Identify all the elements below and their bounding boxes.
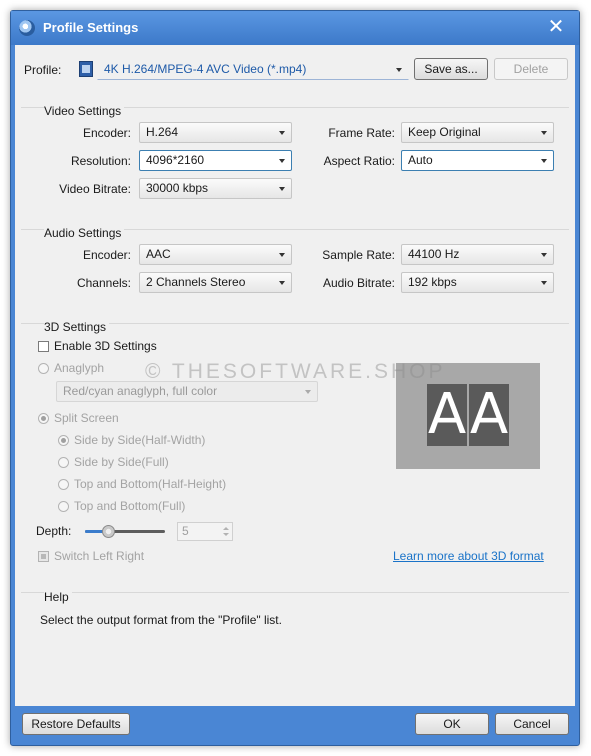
- audio-encoder-select[interactable]: AAC: [139, 244, 292, 265]
- chevron-down-icon: [279, 159, 285, 163]
- top-bottom-full-label: Top and Bottom(Full): [74, 499, 186, 513]
- audio-encoder-value: AAC: [146, 247, 171, 261]
- aspect-ratio-value: Auto: [408, 153, 433, 167]
- video-settings-heading: Video Settings: [44, 104, 125, 118]
- 3d-preview-image: A A: [396, 363, 540, 469]
- side-by-side-full-radio[interactable]: [58, 457, 69, 468]
- window-title: Profile Settings: [43, 20, 139, 35]
- preview-right-letter: A: [469, 382, 509, 447]
- audio-settings-heading: Audio Settings: [44, 226, 125, 240]
- help-heading: Help: [44, 590, 72, 604]
- profile-value: 4K H.264/MPEG-4 AVC Video (*.mp4): [104, 62, 307, 76]
- save-as-button[interactable]: Save as...: [414, 58, 488, 80]
- video-bitrate-value: 30000 kbps: [146, 181, 209, 195]
- help-text: Select the output format from the "Profi…: [40, 613, 282, 627]
- audio-encoder-label: Encoder:: [82, 248, 131, 262]
- profile-dropdown[interactable]: 4K H.264/MPEG-4 AVC Video (*.mp4): [97, 59, 409, 80]
- video-bitrate-select[interactable]: 30000 kbps: [139, 178, 292, 199]
- footer-bar: Restore Defaults OK Cancel: [15, 706, 575, 742]
- video-encoder-label: Encoder:: [82, 126, 131, 140]
- cancel-button[interactable]: Cancel: [495, 713, 569, 735]
- resolution-value: 4096*2160: [146, 153, 205, 167]
- app-logo-icon: [19, 20, 35, 36]
- side-by-side-half-label: Side by Side(Half-Width): [74, 433, 206, 447]
- chevron-down-icon: [541, 281, 547, 285]
- depth-value: 5: [182, 524, 189, 538]
- preview-left-letter: A: [427, 382, 467, 447]
- restore-defaults-button[interactable]: Restore Defaults: [22, 713, 130, 735]
- sample-rate-select[interactable]: 44100 Hz: [401, 244, 554, 265]
- chevron-down-icon: [279, 281, 285, 285]
- sample-rate-value: 44100 Hz: [408, 247, 460, 261]
- sample-rate-label: Sample Rate:: [322, 248, 395, 262]
- dialog-body: Profile: 4K H.264/MPEG-4 AVC Video (*.mp…: [15, 45, 575, 742]
- delete-button[interactable]: Delete: [494, 58, 568, 80]
- anaglyph-mode-select[interactable]: Red/cyan anaglyph, full color: [56, 381, 318, 402]
- switch-left-right-label: Switch Left Right: [54, 549, 145, 563]
- enable-3d-checkbox[interactable]: [38, 341, 49, 352]
- split-screen-radio[interactable]: [38, 413, 49, 424]
- aspect-ratio-label: Aspect Ratio:: [323, 154, 395, 168]
- anaglyph-radio[interactable]: [38, 363, 49, 374]
- top-bottom-half-label: Top and Bottom(Half-Height): [74, 477, 227, 491]
- resolution-label: Resolution:: [70, 154, 131, 168]
- chevron-down-icon: [305, 390, 311, 394]
- ok-button[interactable]: OK: [415, 713, 489, 735]
- channels-select[interactable]: 2 Channels Stereo: [139, 272, 292, 293]
- audio-bitrate-select[interactable]: 192 kbps: [401, 272, 554, 293]
- depth-spinbox[interactable]: 5: [177, 522, 233, 541]
- audio-bitrate-value: 192 kbps: [408, 275, 457, 289]
- aspect-ratio-select[interactable]: Auto: [401, 150, 554, 171]
- anaglyph-label: Anaglyph: [54, 361, 105, 375]
- chevron-down-icon: [541, 253, 547, 257]
- side-by-side-half-radio[interactable]: [58, 435, 69, 446]
- chevron-down-icon: [541, 159, 547, 163]
- split-screen-label: Split Screen: [54, 411, 119, 425]
- chevron-down-icon: [396, 68, 402, 72]
- video-file-icon: [79, 61, 93, 77]
- learn-more-3d-link[interactable]: Learn more about 3D format: [393, 549, 544, 563]
- side-by-side-full-label: Side by Side(Full): [74, 455, 169, 469]
- anaglyph-mode-value: Red/cyan anaglyph, full color: [63, 384, 218, 398]
- chevron-down-icon: [279, 187, 285, 191]
- divider: [21, 592, 569, 593]
- chevron-down-icon: [279, 131, 285, 135]
- profile-label: Profile:: [24, 63, 62, 77]
- channels-value: 2 Channels Stereo: [146, 275, 246, 289]
- spin-down-icon[interactable]: [223, 533, 229, 536]
- frame-rate-label: Frame Rate:: [328, 126, 395, 140]
- chevron-down-icon: [541, 131, 547, 135]
- chevron-down-icon: [279, 253, 285, 257]
- 3d-settings-heading: 3D Settings: [44, 320, 110, 334]
- frame-rate-select[interactable]: Keep Original: [401, 122, 554, 143]
- enable-3d-label: Enable 3D Settings: [54, 339, 157, 353]
- audio-bitrate-label: Audio Bitrate:: [322, 276, 395, 290]
- title-bar[interactable]: Profile Settings ✕: [11, 11, 579, 45]
- depth-label: Depth:: [36, 524, 72, 538]
- spin-up-icon[interactable]: [223, 527, 229, 530]
- top-bottom-full-radio[interactable]: [58, 501, 69, 512]
- frame-rate-value: Keep Original: [408, 125, 481, 139]
- switch-left-right-checkbox[interactable]: [38, 551, 49, 562]
- top-bottom-half-radio[interactable]: [58, 479, 69, 490]
- video-bitrate-label: Video Bitrate:: [59, 182, 131, 196]
- profile-settings-window: Profile Settings ✕ Profile: 4K H.264/MPE…: [10, 10, 580, 746]
- depth-slider-handle[interactable]: [102, 525, 115, 538]
- video-encoder-select[interactable]: H.264: [139, 122, 292, 143]
- resolution-select[interactable]: 4096*2160: [139, 150, 292, 171]
- video-encoder-value: H.264: [146, 125, 179, 139]
- channels-label: Channels:: [76, 276, 131, 290]
- close-icon[interactable]: ✕: [545, 16, 567, 38]
